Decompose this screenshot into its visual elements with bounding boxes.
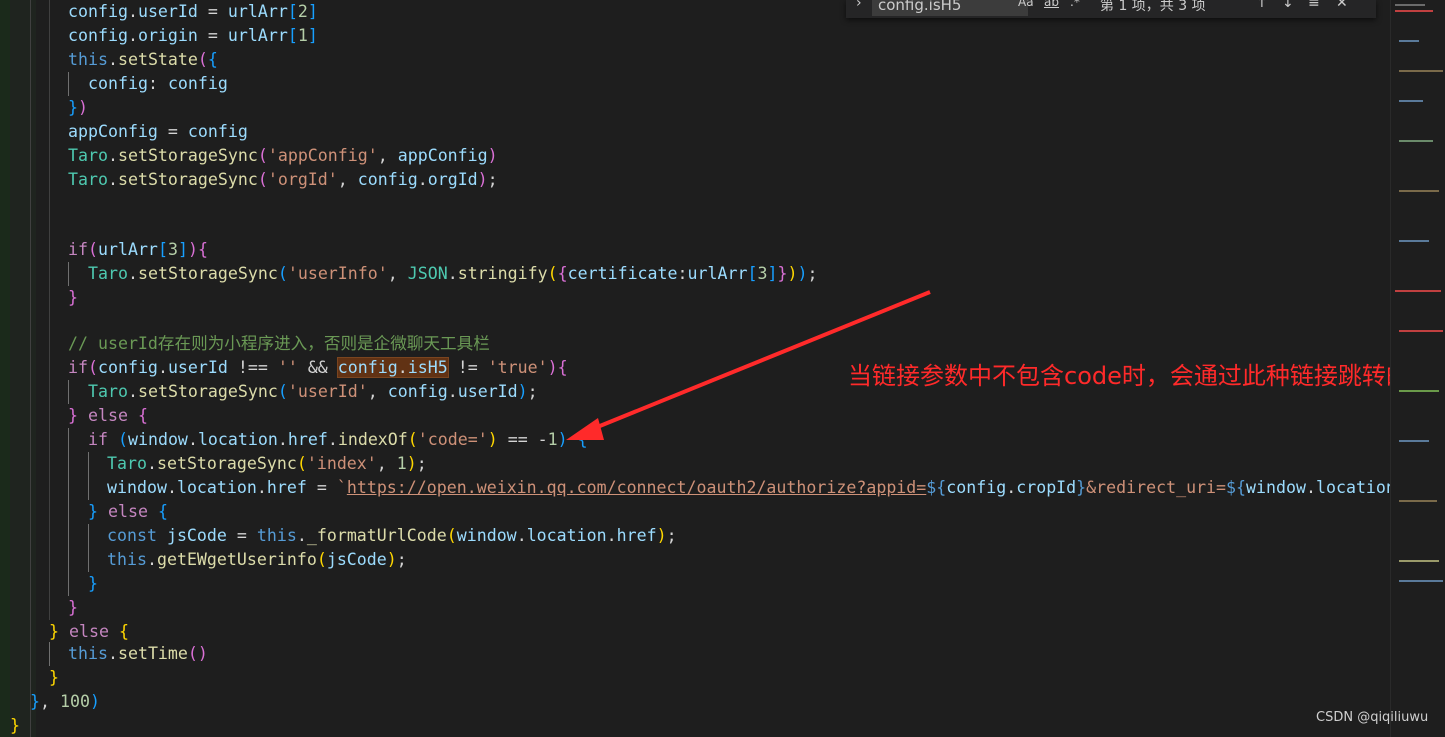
annotation-text: 当链接参数中不包含code时，会通过此种链接跳转的: [848, 362, 1390, 390]
watermark: CSDN @qiqiliuwu: [1316, 710, 1429, 725]
